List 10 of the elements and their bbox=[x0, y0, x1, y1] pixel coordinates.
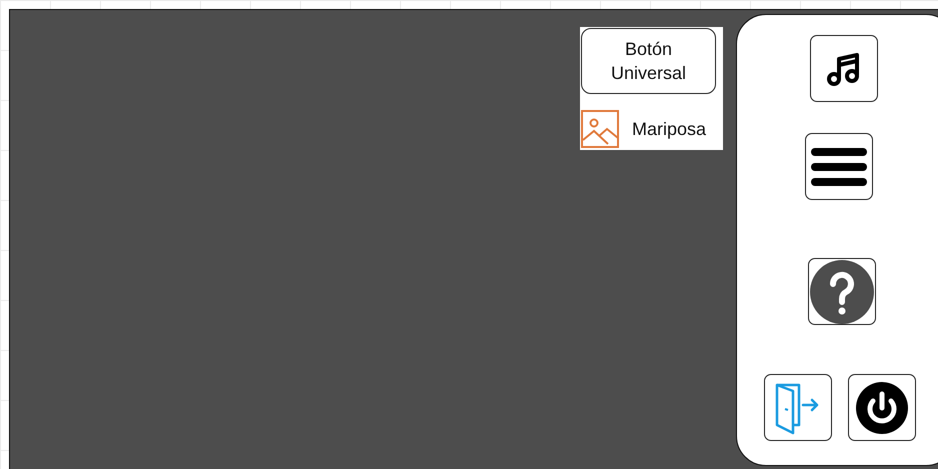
power-icon bbox=[856, 382, 908, 434]
music-button[interactable] bbox=[810, 35, 878, 102]
help-icon bbox=[810, 260, 874, 324]
universal-button[interactable]: Botón Universal bbox=[581, 28, 716, 94]
exit-button[interactable] bbox=[764, 374, 832, 441]
image-icon bbox=[581, 110, 619, 148]
menu-button[interactable] bbox=[805, 133, 873, 200]
power-button[interactable] bbox=[848, 374, 916, 441]
help-button[interactable] bbox=[808, 258, 876, 325]
image-label: Mariposa bbox=[632, 118, 706, 140]
